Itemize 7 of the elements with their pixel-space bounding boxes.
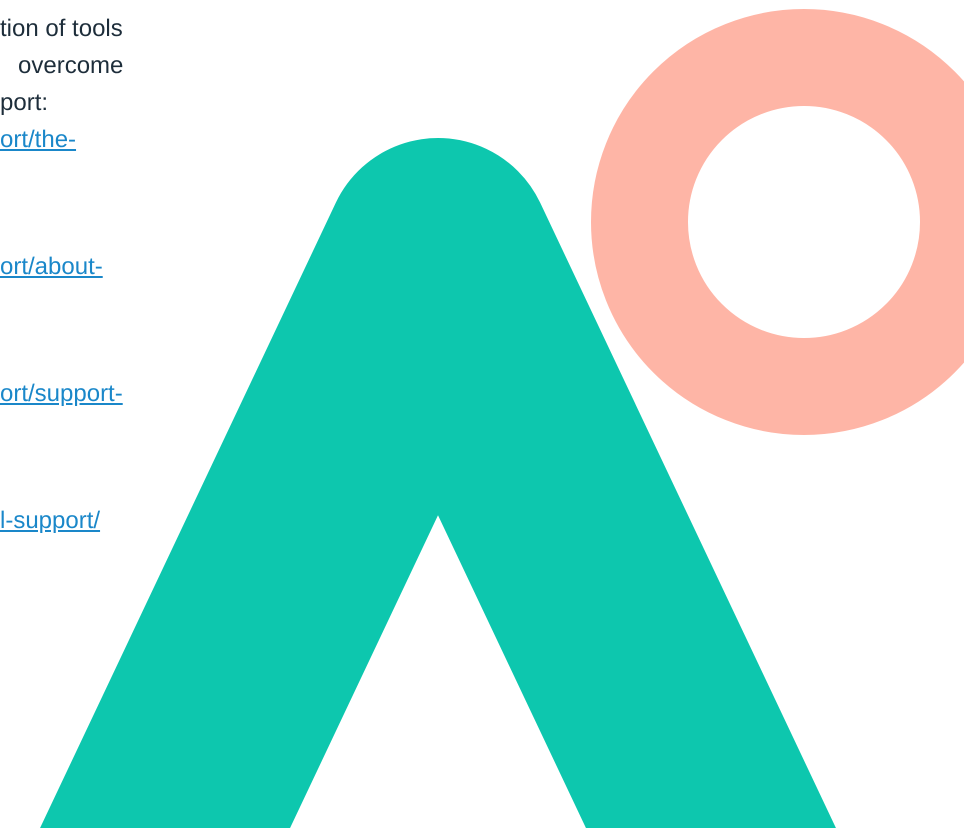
link[interactable]: ort/support- — [0, 375, 123, 412]
link[interactable]: l-support/ — [0, 502, 100, 539]
paragraph-text: port: — [0, 88, 48, 118]
link[interactable]: ort/the- — [0, 121, 76, 158]
link[interactable]: ort/about- — [0, 248, 103, 285]
paragraph-text: overcome — [17, 51, 124, 81]
paragraph-text: tion of tools — [0, 14, 123, 44]
